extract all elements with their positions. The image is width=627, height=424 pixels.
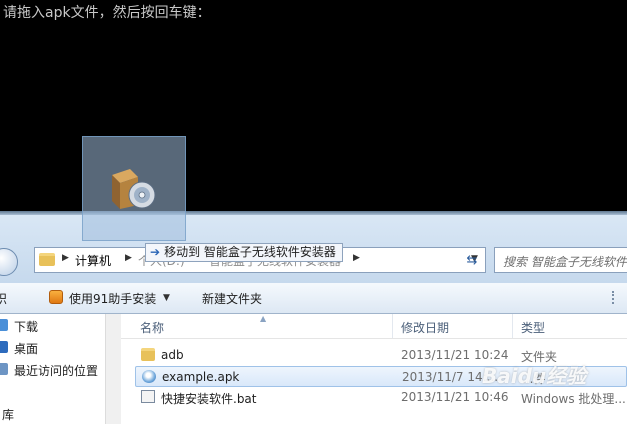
chevron-right-icon[interactable]: ▶ (353, 253, 360, 263)
chevron-down-icon[interactable]: ▼ (163, 293, 170, 303)
command-bar: 织 使用91助手安装 新建文件夹 (0, 283, 627, 314)
software-box-icon (112, 169, 156, 209)
column-type[interactable]: 类型 (521, 319, 545, 336)
nav-scrollbar[interactable] (105, 314, 121, 424)
view-options-icon[interactable] (612, 291, 624, 304)
folder-icon (39, 253, 55, 266)
drag-tooltip: ➔ 移动到 智能盒子无线软件安装器 (145, 243, 343, 262)
folder-icon (141, 348, 155, 361)
column-divider[interactable] (392, 314, 393, 338)
desktop-icon (0, 341, 8, 353)
organize-button[interactable]: 织 (0, 290, 7, 307)
console-prompt: 请拖入apk文件，然后按回车键： (3, 5, 211, 21)
chevron-right-icon[interactable]: ▶ (125, 253, 132, 263)
column-name[interactable]: 名称 (140, 319, 164, 336)
assistant-91-icon (49, 290, 63, 304)
search-placeholder: 搜索 智能盒子无线软件 (503, 255, 627, 269)
move-arrow-icon: ➔ (150, 245, 161, 259)
column-divider[interactable] (512, 314, 513, 338)
column-date[interactable]: 修改日期 (401, 319, 449, 336)
file-row-bat[interactable]: 快捷安装软件.bat 2013/11/21 10:46 Windows 批处理.… (135, 387, 627, 408)
search-input[interactable]: 搜索 智能盒子无线软件 (494, 247, 627, 273)
chevron-right-icon[interactable]: ▶ (62, 253, 69, 263)
bat-icon (141, 390, 155, 403)
download-folder-icon (0, 319, 8, 331)
column-header: ▲ 名称 修改日期 类型 (121, 314, 627, 339)
back-button[interactable] (0, 248, 18, 276)
refresh-icon[interactable]: ⇆ (461, 251, 483, 271)
apk-icon (142, 370, 156, 383)
recent-places-icon (0, 363, 8, 375)
new-folder-button[interactable]: 新建文件夹 (202, 290, 262, 307)
breadcrumb-computer[interactable]: 计算机 (75, 252, 111, 269)
navigation-pane: 下载 桌面 最近访问的位置 库 (0, 314, 121, 424)
watermark: Baidu经验 (482, 364, 587, 388)
sort-ascending-icon: ▲ (260, 314, 267, 323)
install-91-button[interactable]: 使用91助手安装 (69, 290, 156, 307)
